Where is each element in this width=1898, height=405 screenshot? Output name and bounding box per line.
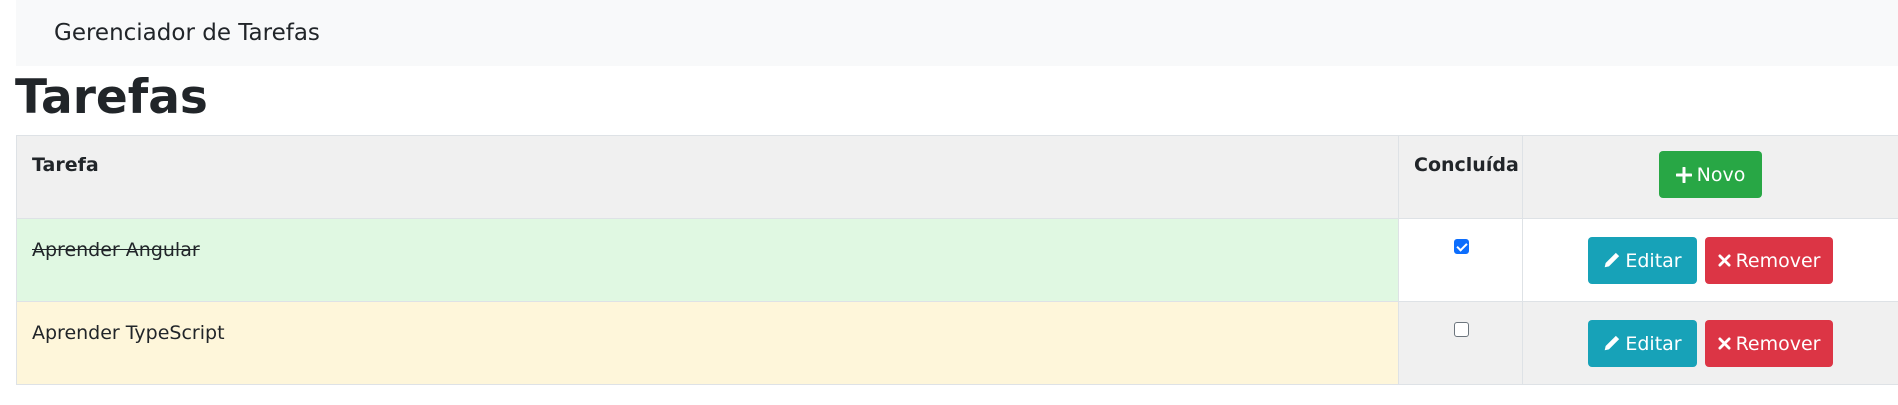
pencil-icon: [1603, 335, 1620, 352]
x-icon: [1718, 337, 1731, 350]
navbar: Gerenciador de Tarefas: [16, 0, 1898, 66]
edit-label: Editar: [1625, 332, 1682, 355]
table-row: Aprender Angular Editar Remover: [16, 218, 1898, 302]
remove-label: Remover: [1735, 332, 1821, 355]
x-icon: [1718, 254, 1731, 267]
table-row: Aprender TypeScript Editar Remover: [16, 301, 1898, 385]
tasks-table: Tarefa Concluída Novo Aprender Angular E…: [16, 135, 1898, 385]
edit-button[interactable]: Editar: [1587, 237, 1697, 284]
plus-icon: [1675, 166, 1692, 183]
task-cell: Aprender Angular: [16, 218, 1399, 302]
done-cell: [1398, 218, 1523, 302]
navbar-brand[interactable]: Gerenciador de Tarefas: [54, 21, 320, 45]
done-checkbox[interactable]: [1454, 239, 1469, 254]
remove-label: Remover: [1735, 249, 1821, 272]
header-actions: Novo: [1522, 135, 1898, 219]
table-header-row: Tarefa Concluída Novo: [16, 135, 1898, 219]
remove-button[interactable]: Remover: [1705, 237, 1834, 284]
edit-button[interactable]: Editar: [1587, 320, 1697, 367]
done-checkbox[interactable]: [1454, 322, 1469, 337]
page-title: Tarefas: [15, 70, 208, 125]
edit-label: Editar: [1625, 249, 1682, 272]
done-cell: [1398, 301, 1523, 385]
task-cell: Aprender TypeScript: [16, 301, 1399, 385]
new-task-label: Novo: [1696, 163, 1746, 186]
new-task-button[interactable]: Novo: [1659, 151, 1762, 198]
header-task: Tarefa: [16, 135, 1399, 219]
remove-button[interactable]: Remover: [1705, 320, 1834, 367]
actions-cell: Editar Remover: [1522, 301, 1898, 385]
pencil-icon: [1603, 252, 1620, 269]
task-name: Aprender TypeScript: [32, 322, 225, 344]
header-done: Concluída: [1398, 135, 1523, 219]
task-name: Aprender Angular: [32, 239, 200, 261]
actions-cell: Editar Remover: [1522, 218, 1898, 302]
